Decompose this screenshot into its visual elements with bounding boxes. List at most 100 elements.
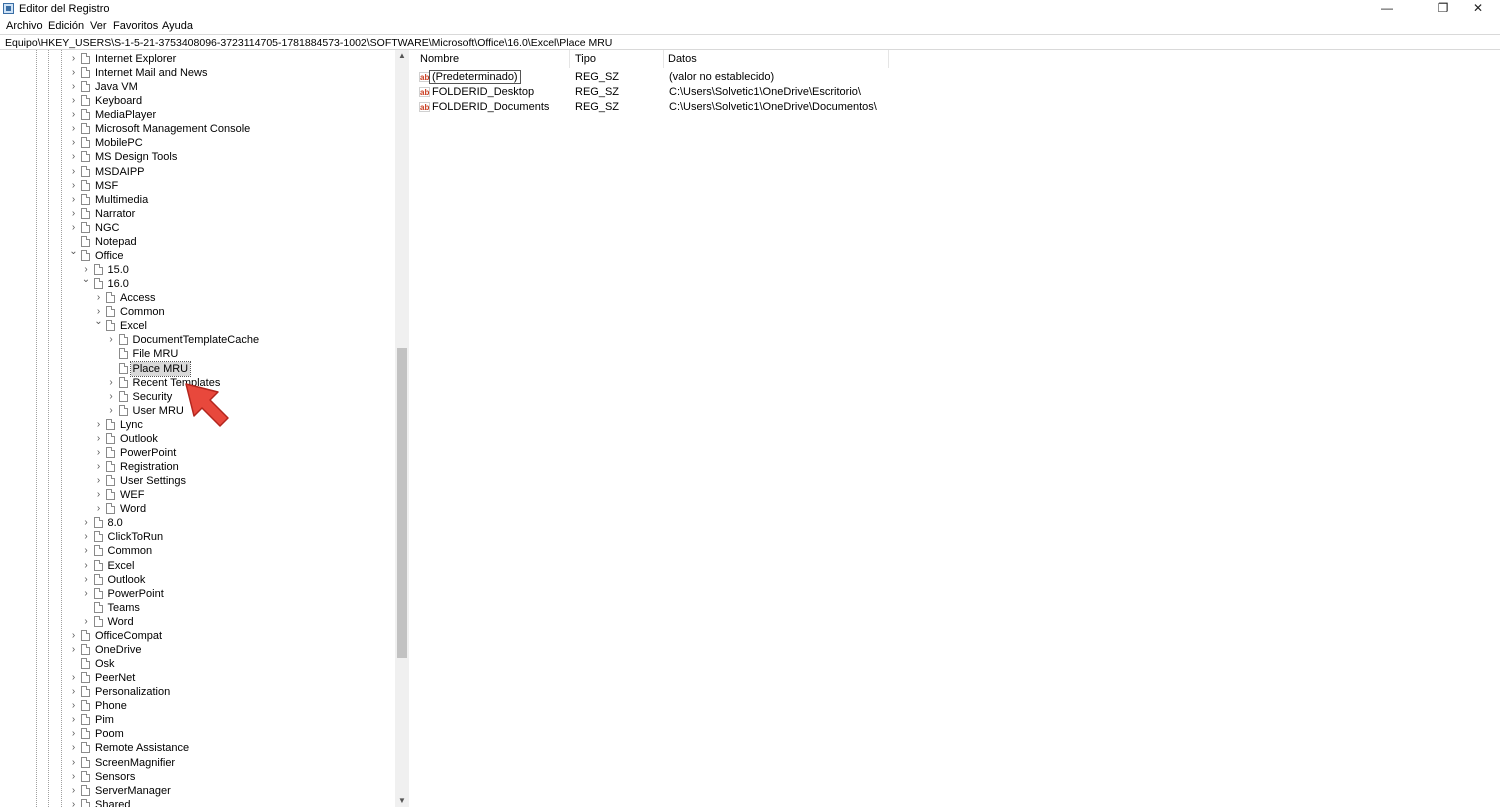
tree-node[interactable]: › Common	[0, 305, 395, 319]
tree-node[interactable]: › DocumentTemplateCache	[0, 333, 395, 347]
chevron-right-icon[interactable]: ›	[94, 489, 103, 501]
tree-node[interactable]: › User Settings	[0, 474, 395, 488]
chevron-right-icon[interactable]: ›	[107, 405, 116, 417]
tree-node-label[interactable]: Outlook	[118, 432, 160, 446]
value-name[interactable]: (Predeterminado)	[429, 70, 521, 84]
tree-node-label[interactable]: User MRU	[131, 404, 186, 418]
chevron-right-icon[interactable]: ›	[94, 447, 103, 459]
tree-node[interactable]: › MediaPlayer	[0, 108, 395, 122]
chevron-right-icon[interactable]: ›	[69, 799, 78, 807]
tree-node-label[interactable]: OneDrive	[93, 643, 143, 657]
tree-node-label[interactable]: Multimedia	[93, 193, 150, 207]
chevron-right-icon[interactable]: ›	[69, 785, 78, 797]
tree-node-label[interactable]: Keyboard	[93, 94, 144, 108]
tree-node[interactable]: › MS Design Tools	[0, 150, 395, 164]
tree-node[interactable]: Teams	[0, 601, 395, 615]
chevron-right-icon[interactable]: ›	[69, 222, 78, 234]
chevron-right-icon[interactable]: ›	[107, 334, 116, 346]
tree-node[interactable]: › Keyboard	[0, 94, 395, 108]
tree-node-label[interactable]: User Settings	[118, 474, 188, 488]
value-row[interactable]: ab (Predeterminado) REG_SZ (valor no establ…	[412, 70, 1312, 85]
tree-node-label[interactable]: File MRU	[131, 347, 181, 361]
tree-node-label[interactable]: Outlook	[106, 573, 148, 587]
tree-node[interactable]: ⌄ Office	[0, 246, 395, 263]
tree-node-label[interactable]: Excel	[106, 559, 137, 573]
tree-node[interactable]: › OneDrive	[0, 643, 395, 657]
tree-node-label[interactable]: Internet Explorer	[93, 52, 178, 66]
tree-node[interactable]: › Common	[0, 544, 395, 558]
chevron-right-icon[interactable]: ›	[69, 180, 78, 192]
tree-node-label[interactable]: 16.0	[106, 277, 131, 291]
tree-node-label[interactable]: Lync	[118, 418, 145, 432]
tree-node-label[interactable]: ServerManager	[93, 784, 173, 798]
scroll-up-icon[interactable]: ▲	[395, 50, 409, 62]
chevron-right-icon[interactable]: ›	[82, 531, 91, 543]
tree-node-label[interactable]: MediaPlayer	[93, 108, 158, 122]
tree-node-label[interactable]: 15.0	[106, 263, 131, 277]
tree-node[interactable]: Osk	[0, 657, 395, 671]
value-row[interactable]: ab FOLDERID_Documents REG_SZ C:\Users\Solve…	[412, 100, 1312, 115]
tree-node-label[interactable]: Security	[131, 390, 175, 404]
chevron-right-icon[interactable]: ›	[69, 714, 78, 726]
tree-node-label[interactable]: PowerPoint	[118, 446, 178, 460]
tree-node-label[interactable]: Sensors	[93, 770, 137, 784]
tree-node[interactable]: › ServerManager	[0, 784, 395, 798]
chevron-right-icon[interactable]: ›	[69, 672, 78, 684]
chevron-right-icon[interactable]: ›	[69, 151, 78, 163]
tree-node-label[interactable]: Teams	[106, 601, 142, 615]
chevron-right-icon[interactable]: ›	[69, 166, 78, 178]
column-divider[interactable]	[569, 50, 570, 68]
tree-node-label[interactable]: MSF	[93, 179, 120, 193]
tree-node[interactable]: › Personalization	[0, 685, 395, 699]
tree-node[interactable]: › OfficeCompat	[0, 629, 395, 643]
tree-node-label[interactable]: DocumentTemplateCache	[131, 333, 262, 347]
chevron-right-icon[interactable]: ›	[82, 517, 91, 529]
tree-node[interactable]: › Word	[0, 502, 395, 516]
tree-node[interactable]: › Multimedia	[0, 193, 395, 207]
chevron-right-icon[interactable]: ›	[82, 545, 91, 557]
tree-node-label[interactable]: OfficeCompat	[93, 629, 164, 643]
chevron-right-icon[interactable]: ›	[69, 123, 78, 135]
chevron-right-icon[interactable]: ›	[69, 194, 78, 206]
tree-node-label[interactable]: Personalization	[93, 685, 172, 699]
tree-node[interactable]: ⌄ 16.0	[0, 274, 395, 291]
chevron-right-icon[interactable]: ›	[69, 137, 78, 149]
menu-favoritos[interactable]: Favoritos	[113, 20, 158, 32]
chevron-right-icon[interactable]: ›	[69, 700, 78, 712]
menu-ayuda[interactable]: Ayuda	[162, 20, 193, 32]
tree-node-label[interactable]: 8.0	[106, 516, 125, 530]
address-bar[interactable]: Equipo\HKEY_USERS\S-1-5-21-3753408096-37…	[0, 34, 1500, 50]
tree-node-label[interactable]: Common	[106, 544, 155, 558]
tree-node[interactable]: › WEF	[0, 488, 395, 502]
tree-node-label[interactable]: Notepad	[93, 235, 139, 249]
tree-node-label[interactable]: MS Design Tools	[93, 150, 179, 164]
tree-node-label[interactable]: Pim	[93, 713, 116, 727]
chevron-right-icon[interactable]: ›	[107, 391, 116, 403]
tree-node-label[interactable]: Common	[118, 305, 167, 319]
chevron-right-icon[interactable]: ›	[82, 574, 91, 586]
tree-node-label[interactable]: NGC	[93, 221, 121, 235]
chevron-right-icon[interactable]: ›	[69, 728, 78, 740]
tree-node-label[interactable]: Internet Mail and News	[93, 66, 210, 80]
tree-node[interactable]: › 8.0	[0, 516, 395, 530]
tree-node-label[interactable]: MobilePC	[93, 136, 145, 150]
tree-node[interactable]: › ScreenMagnifier	[0, 756, 395, 770]
chevron-right-icon[interactable]: ›	[94, 461, 103, 473]
tree-node[interactable]: › Excel	[0, 559, 395, 573]
value-row[interactable]: ab FOLDERID_Desktop REG_SZ C:\Users\Solveti…	[412, 85, 1312, 100]
tree-node-label[interactable]: PowerPoint	[106, 587, 166, 601]
chevron-right-icon[interactable]: ›	[69, 67, 78, 79]
tree-node-label[interactable]: Access	[118, 291, 157, 305]
column-divider[interactable]	[663, 50, 664, 68]
tree-node[interactable]: › Registration	[0, 460, 395, 474]
column-divider[interactable]	[888, 50, 889, 68]
tree-node[interactable]: › Microsoft Management Console	[0, 122, 395, 136]
chevron-right-icon[interactable]: ›	[94, 475, 103, 487]
tree-node[interactable]: Place MRU	[0, 360, 395, 377]
tree-node[interactable]: › Shared	[0, 798, 395, 807]
chevron-right-icon[interactable]: ›	[69, 644, 78, 656]
tree-node[interactable]: › PowerPoint	[0, 587, 395, 601]
chevron-right-icon[interactable]: ›	[82, 560, 91, 572]
chevron-right-icon[interactable]: ›	[69, 95, 78, 107]
tree-node-label[interactable]: ClickToRun	[106, 530, 166, 544]
